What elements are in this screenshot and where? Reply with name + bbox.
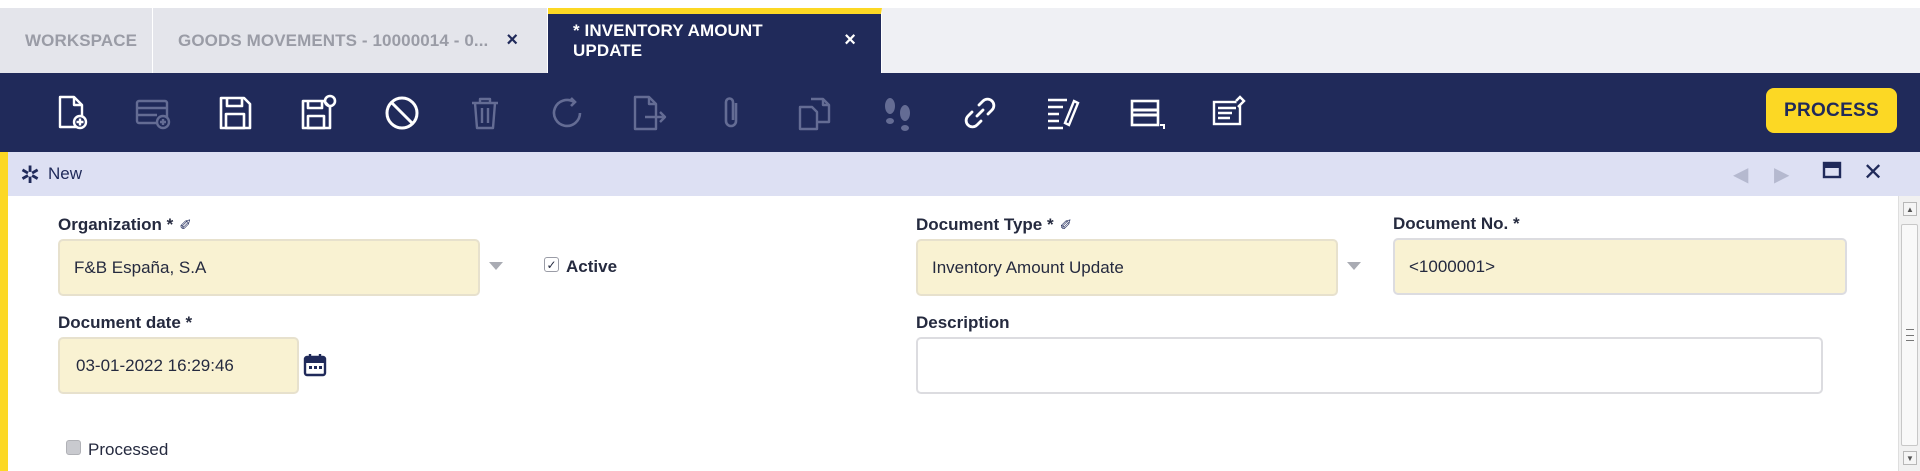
tab-label: GOODS MOVEMENTS - 10000014 - 0... (178, 30, 489, 50)
export-button[interactable] (627, 91, 671, 135)
close-icon[interactable]: × (844, 29, 856, 52)
previous-record-icon[interactable]: ◀ (1733, 162, 1748, 187)
document-type-value: Inventory Amount Update (932, 257, 1124, 277)
close-form-icon[interactable]: ✕ (1863, 158, 1883, 187)
notes-icon (1212, 95, 1246, 126)
scrollbar-thumb[interactable] (1901, 224, 1918, 446)
maximize-window-icon (1822, 161, 1842, 179)
record-status: New (48, 164, 83, 183)
copy-button[interactable] (793, 91, 837, 135)
save-button[interactable] (213, 91, 257, 135)
save-close-button[interactable] (296, 91, 340, 135)
delete-icon (472, 97, 498, 130)
document-type-dropdown-icon[interactable] (1347, 262, 1361, 270)
export-icon (633, 95, 667, 131)
tree-edit-button[interactable] (1041, 91, 1085, 135)
document-type-label: Document Type * ✐ (916, 215, 1072, 235)
attachment-icon (724, 97, 738, 128)
edit-pen-icon[interactable]: ✐ (1060, 217, 1073, 234)
grip-icon (1906, 329, 1914, 341)
undo-button[interactable] (380, 91, 424, 135)
new-row-icon (135, 99, 171, 130)
refresh-icon (552, 97, 582, 128)
tree-edit-icon (1048, 98, 1080, 130)
toggle-form-icon (1130, 99, 1165, 129)
link-button[interactable] (958, 91, 1002, 135)
edit-pen-icon[interactable]: ✐ (179, 217, 192, 234)
active-checkbox[interactable]: ✓ (544, 257, 559, 272)
refresh-button[interactable] (545, 91, 589, 135)
description-label: Description (916, 313, 1010, 332)
left-accent-strip (0, 152, 8, 471)
form-header: ✲ New ◀ ▶ ✕ (8, 152, 1920, 196)
tab-workspace[interactable]: WORKSPACE (0, 8, 153, 73)
processed-checkbox (66, 440, 81, 455)
document-date-field[interactable]: 03-01-2022 16:29:46 (58, 337, 299, 394)
attachment-button[interactable] (710, 91, 754, 135)
document-type-field[interactable]: Inventory Amount Update (916, 239, 1338, 296)
scroll-down-icon[interactable]: ▼ (1903, 451, 1917, 465)
document-no-value: <1000001> (1409, 256, 1496, 276)
new-document-icon (58, 95, 88, 130)
delete-button[interactable] (463, 91, 507, 135)
scroll-up-icon[interactable]: ▲ (1903, 202, 1917, 216)
toolbar: PROCESS (0, 73, 1920, 152)
vertical-scrollbar[interactable]: ▲ ▼ (1898, 196, 1920, 471)
checkmark-icon: ✓ (546, 257, 557, 272)
notes-button[interactable] (1206, 91, 1250, 135)
organization-label-text: Organization * (58, 215, 174, 234)
tab-inventory-amount-update[interactable]: * INVENTORY AMOUNT UPDATE × (548, 8, 882, 73)
processed-label: Processed (88, 440, 169, 459)
link-icon (964, 97, 996, 129)
calendar-button[interactable] (303, 353, 327, 382)
active-label: Active (566, 257, 618, 276)
document-date-label: Document date * (58, 313, 193, 332)
next-record-icon[interactable]: ▶ (1774, 162, 1789, 187)
copy-icon (798, 97, 831, 131)
audit-trail-button[interactable] (876, 91, 920, 135)
maximize-icon[interactable] (1822, 160, 1842, 186)
close-icon[interactable]: × (506, 29, 518, 52)
document-no-label: Document No. * (1393, 214, 1520, 233)
organization-value: F&B España, S.A (74, 257, 207, 277)
audit-trail-icon (885, 98, 910, 131)
save-icon (219, 96, 252, 130)
document-date-value: 03-01-2022 16:29:46 (76, 355, 234, 375)
organization-label: Organization * ✐ (58, 215, 192, 235)
save-close-icon (301, 94, 337, 130)
tab-label: * INVENTORY AMOUNT UPDATE (573, 20, 763, 60)
tab-bar: WORKSPACE GOODS MOVEMENTS - 10000014 - 0… (0, 0, 1920, 73)
asterisk-new-icon: ✲ (20, 162, 41, 189)
undo-cancel-icon (385, 96, 419, 130)
organization-dropdown-icon[interactable] (489, 262, 503, 270)
calendar-icon (303, 354, 327, 377)
document-type-label-text: Document Type * (916, 215, 1054, 234)
toggle-form-button[interactable] (1124, 91, 1168, 135)
new-row-button[interactable] (131, 91, 175, 135)
process-button[interactable]: PROCESS (1766, 88, 1897, 133)
tab-goods-movements[interactable]: GOODS MOVEMENTS - 10000014 - 0... × (153, 8, 548, 73)
new-document-button[interactable] (50, 91, 94, 135)
organization-field[interactable]: F&B España, S.A (58, 239, 480, 296)
description-field[interactable] (916, 337, 1823, 394)
document-no-field[interactable]: <1000001> (1393, 238, 1847, 295)
tab-label: WORKSPACE (25, 30, 138, 50)
